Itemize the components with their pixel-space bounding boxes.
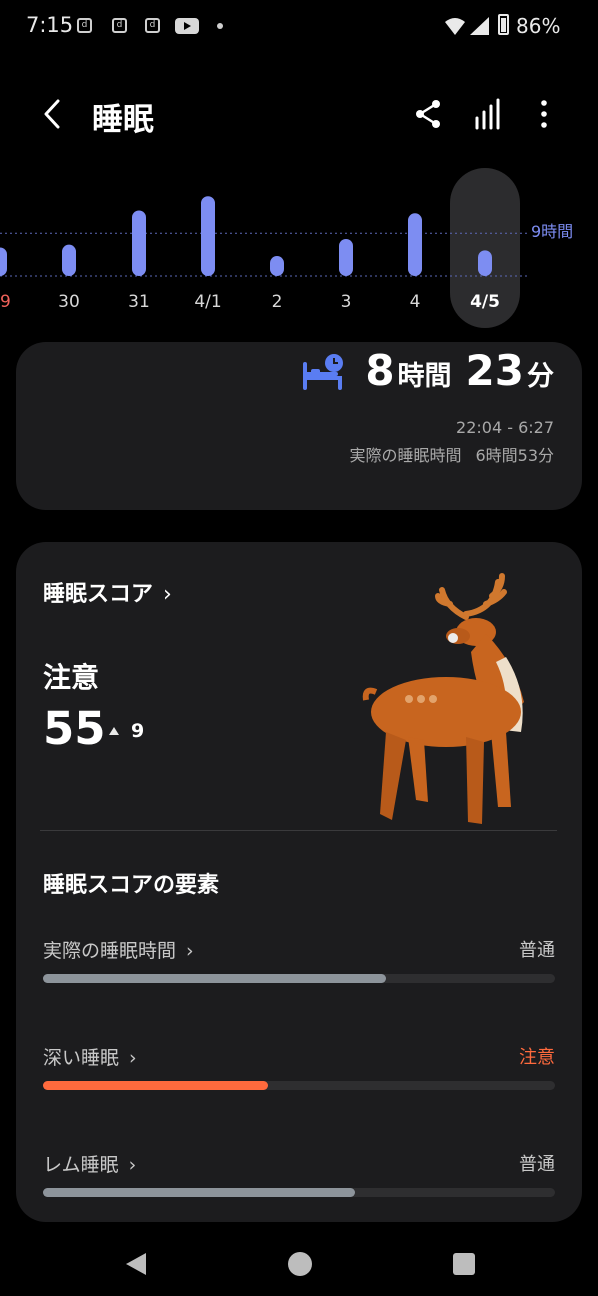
chart-x-label[interactable]: 4: [390, 292, 440, 312]
factor-label-row: 実際の睡眠時間 ›: [43, 936, 194, 963]
page-title: 睡眠: [92, 102, 154, 138]
back-icon[interactable]: [36, 96, 72, 132]
battery-icon: [498, 14, 509, 35]
deer-illustration: [362, 573, 524, 824]
chart-x-label[interactable]: 31: [114, 292, 164, 312]
notification-icon: d: [77, 18, 92, 33]
factor-label-row: 深い睡眠 ›: [43, 1043, 137, 1070]
status-time: 7:15: [26, 13, 74, 37]
factor-label: 深い睡眠: [43, 1047, 120, 1069]
factor-progress-track: [43, 974, 555, 983]
score-status: 注意: [43, 661, 100, 694]
sleep-time-range: 22:04 - 6:27: [456, 418, 554, 437]
factor-status: 普通: [519, 1154, 555, 1175]
actual-sleep-time: 実際の睡眠時間 6時間53分: [349, 442, 554, 466]
bed-clock-icon: [303, 354, 343, 390]
chart-bar[interactable]: [62, 244, 76, 276]
chart-bar[interactable]: [270, 256, 284, 276]
factor-rem-sleep[interactable]: レム睡眠 › 普通: [43, 1150, 555, 1200]
duration-minutes: 23: [465, 346, 524, 395]
factor-progress-fill: [43, 1188, 356, 1197]
navigation-bar: [0, 1232, 598, 1296]
youtube-icon: [175, 18, 199, 34]
chevron-right-icon: ›: [128, 1154, 137, 1176]
factor-progress-track: [43, 1188, 555, 1197]
factor-label: 実際の睡眠時間: [43, 940, 177, 962]
more-notifications-dot: [217, 23, 223, 29]
chart-bar[interactable]: [478, 250, 492, 276]
score-delta: 9: [131, 720, 145, 742]
chevron-right-icon: ›: [186, 940, 194, 962]
signal-icon: [470, 17, 489, 35]
chart-bar[interactable]: [132, 210, 146, 276]
duration-minutes-unit: 分: [527, 361, 554, 392]
factors-heading: 睡眠スコアの要素: [43, 873, 220, 898]
sleep-duration-card[interactable]: 8 時間 23 分 22:04 - 6:27 実際の睡眠時間 6時間53分: [16, 342, 582, 510]
chart-bar[interactable]: [0, 247, 7, 277]
chart-x-label[interactable]: 29: [0, 292, 25, 312]
chart-x-label[interactable]: 30: [44, 292, 94, 312]
factor-status: 普通: [519, 940, 555, 961]
chart-bar[interactable]: [339, 238, 353, 276]
factor-label: レム睡眠: [43, 1154, 119, 1176]
factor-status: 注意: [519, 1047, 555, 1068]
sleep-score-heading: 睡眠スコア: [43, 582, 154, 607]
chart-bars: [0, 196, 530, 277]
chart-x-label[interactable]: 4/5: [460, 292, 510, 312]
chart-bar[interactable]: [408, 213, 422, 276]
duration-hours: 8: [365, 346, 395, 395]
chevron-right-icon: ›: [129, 1047, 137, 1069]
statistics-icon[interactable]: [472, 98, 504, 130]
factor-actual-sleep[interactable]: 実際の睡眠時間 › 普通: [43, 936, 555, 986]
factor-progress-fill: [43, 974, 387, 983]
up-arrow-icon: [109, 727, 119, 735]
sleep-duration-chart[interactable]: 29 30 31 4/1 234 4/5 9時間: [0, 160, 598, 340]
actual-sleep-label: 実際の睡眠時間: [349, 446, 462, 465]
chart-x-label[interactable]: 3: [321, 292, 371, 312]
wifi-icon: [445, 18, 465, 35]
nav-home-icon[interactable]: [286, 1250, 314, 1278]
sleep-duration: 8 時間 23 分: [365, 346, 554, 395]
more-options-icon[interactable]: [528, 98, 560, 130]
notification-icon: d: [112, 18, 127, 33]
factor-progress-track: [43, 1081, 555, 1090]
section-divider: [40, 830, 557, 831]
factor-progress-fill: [43, 1081, 269, 1090]
score-value: 55: [43, 702, 106, 755]
chart-reference-label: 9時間: [531, 222, 574, 241]
sleep-score-link[interactable]: 睡眠スコア ›: [43, 576, 172, 608]
chart-x-label[interactable]: 2: [252, 292, 302, 312]
chevron-right-icon: ›: [163, 582, 172, 607]
duration-hours-unit: 時間: [397, 361, 452, 392]
notification-icon: d: [145, 18, 160, 33]
chart-bar[interactable]: [201, 196, 215, 276]
sleep-score-card: 睡眠スコア › 注意 55 9 睡眠スコアの要素 実際の睡眠時間 › 普通 深い睡眠…: [16, 542, 582, 1222]
nav-back-icon[interactable]: [122, 1250, 150, 1278]
factor-label-row: レム睡眠 ›: [43, 1150, 136, 1177]
battery-percent: 86%: [516, 14, 561, 38]
share-icon[interactable]: [412, 98, 444, 130]
factor-deep-sleep[interactable]: 深い睡眠 › 注意: [43, 1043, 555, 1093]
status-bar: 7:15 d d d 86%: [0, 0, 598, 52]
nav-recents-icon[interactable]: [451, 1250, 477, 1278]
actual-sleep-value: 6時間53分: [475, 446, 554, 465]
chart-x-label[interactable]: 4/1: [183, 292, 233, 312]
